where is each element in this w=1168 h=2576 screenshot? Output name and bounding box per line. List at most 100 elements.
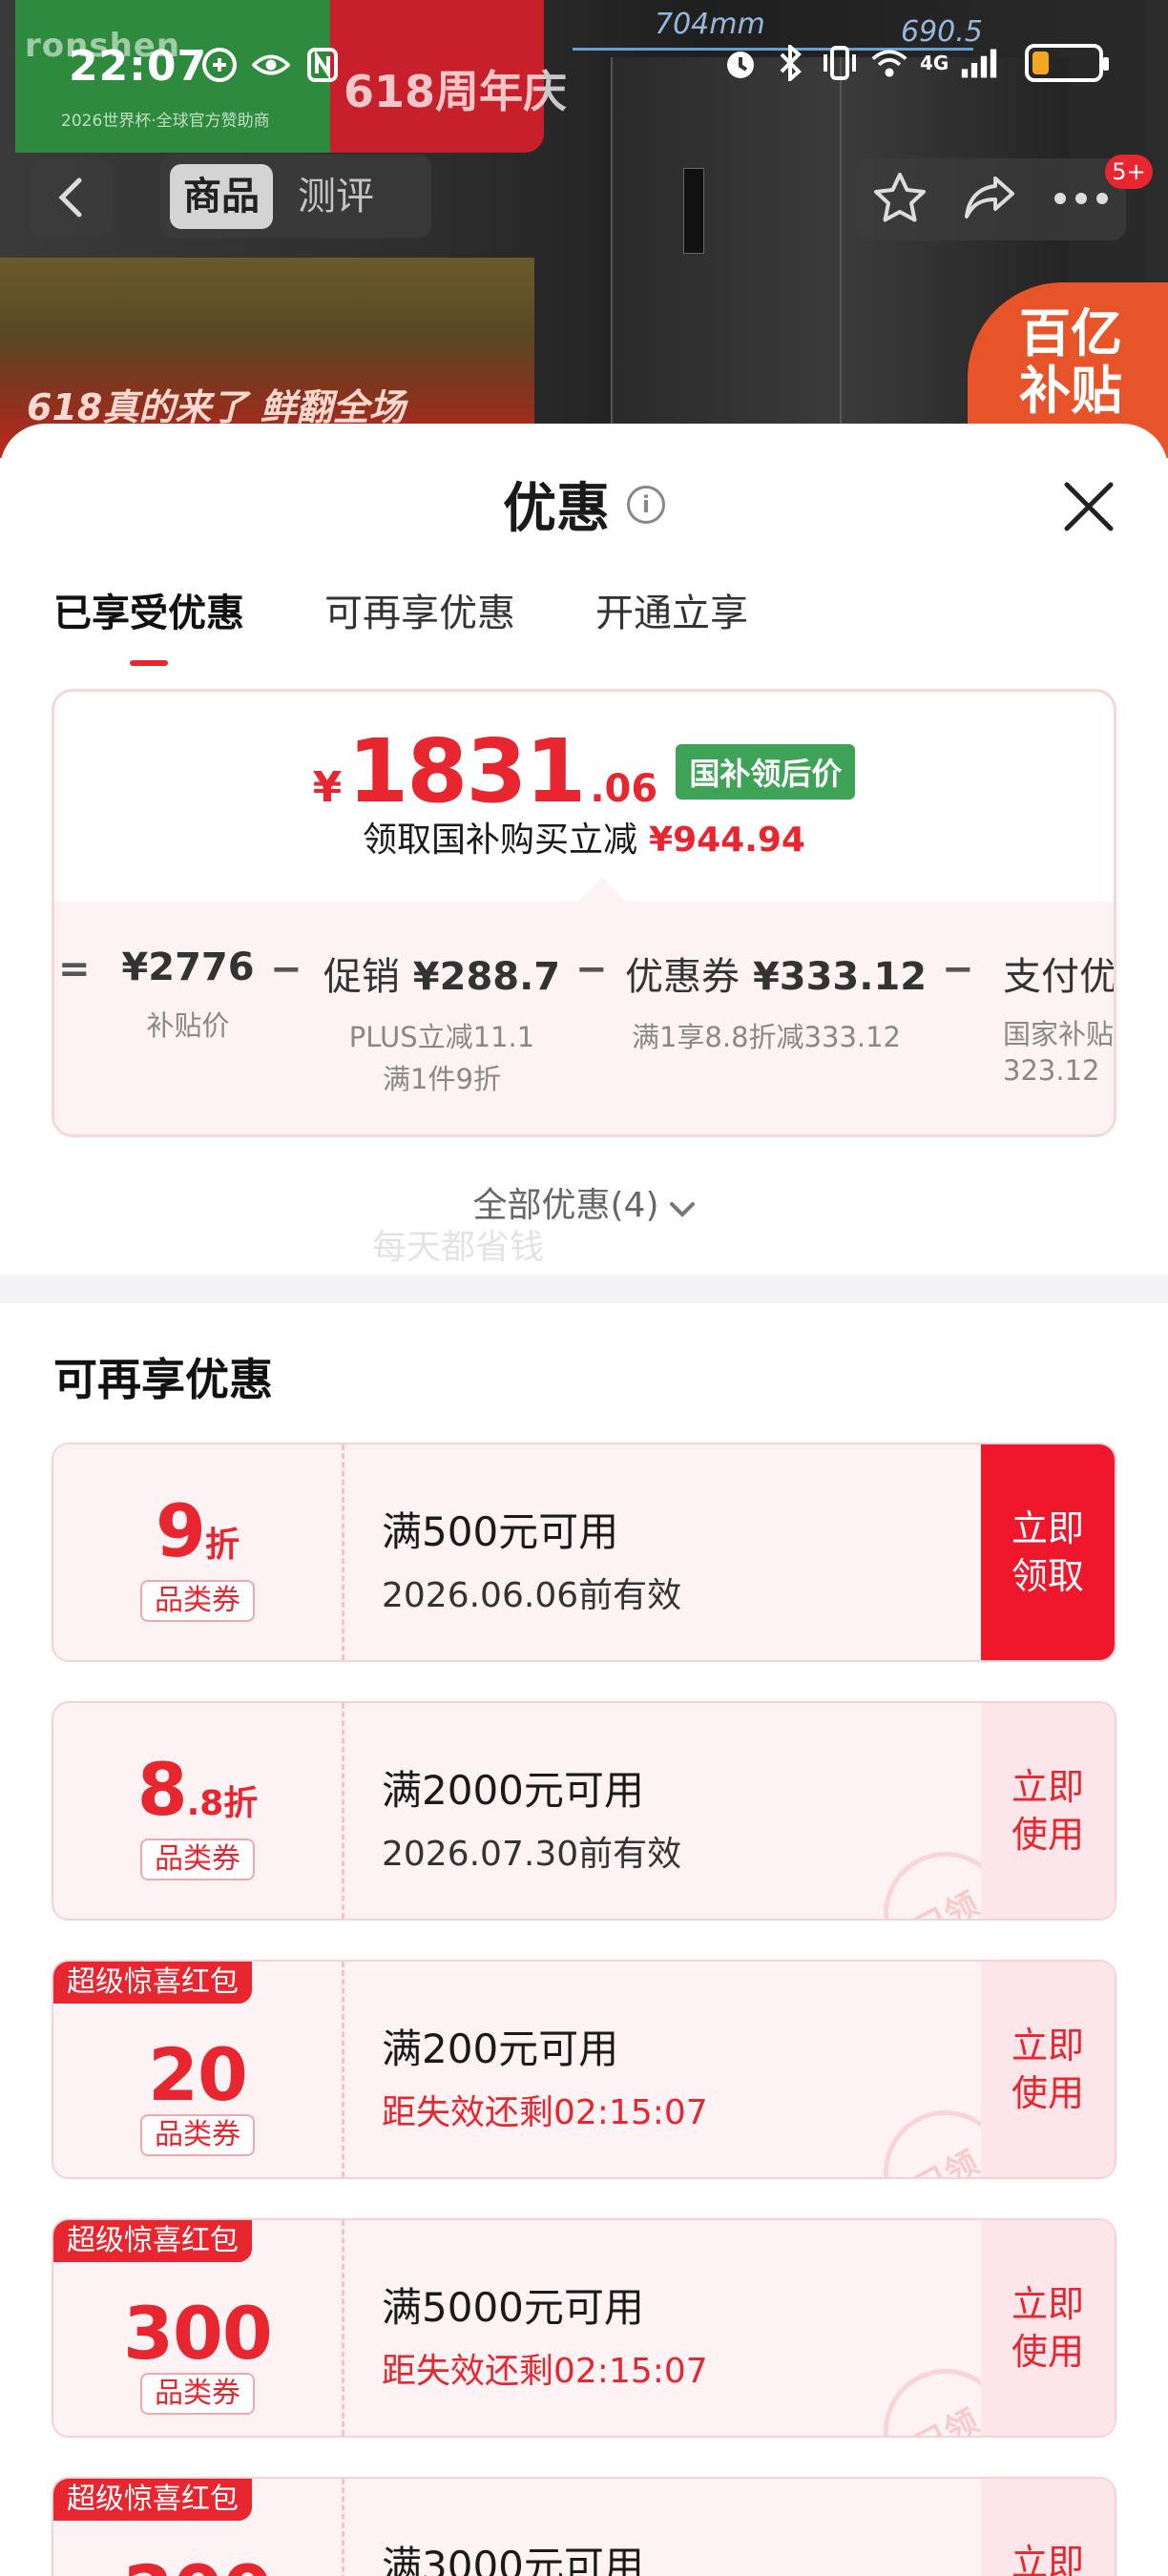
tab-enjoyed-discounts[interactable]: 已享受优惠 (53, 582, 244, 666)
coupon-value-small: 折 (204, 1526, 240, 1565)
coupon-validity: 2026.07.30前有效 (382, 1835, 682, 1874)
use-coupon-button[interactable]: 立即 使用 (981, 2220, 1115, 2436)
tab-more-discounts[interactable]: 可再享优惠 (324, 582, 515, 666)
coupon-details: 满3000元可用 (382, 2534, 644, 2576)
watermark-text: 每天都省钱 (371, 1228, 544, 1267)
sheet-title: 优惠 (503, 478, 610, 540)
price-breakdown: = ¥2776 补贴价 − 促销 ¥288.7 PLUS立减11.1 满1件9折… (54, 877, 1115, 1134)
more-dots-icon (1053, 192, 1108, 204)
section-divider (0, 1275, 1168, 1303)
back-button[interactable] (29, 158, 113, 237)
calc-label: 促销 (323, 955, 400, 999)
final-price-section: ¥ 1831 .06 国补领后价 领取国补购买立减 ¥944.94 (54, 692, 1114, 902)
price-summary-card: ¥ 1831 .06 国补领后价 领取国补购买立减 ¥944.94 = ¥2776… (52, 689, 1116, 1137)
tab-product[interactable]: 商品 (170, 164, 273, 229)
nfc-icon (303, 46, 342, 84)
saving-label: 领取国补购买立减 (363, 821, 638, 860)
coupon-perforation (342, 1962, 344, 2177)
coupon-perforation (342, 2220, 344, 2436)
coupon-value-section: 8.8折 品类券 (53, 1703, 342, 1919)
network-type: 4G (920, 52, 949, 74)
price-integer: 1831 (347, 720, 586, 822)
claim-coupon-button[interactable]: 立即 领取 (981, 1444, 1115, 1660)
coupon-value: 300 (53, 2291, 342, 2376)
coupon-card: 超级惊喜红包 20 品类券 满200元可用 距失效还剩02:15:07 已领 立… (52, 1960, 1116, 2179)
coupon-button-label: 立即 使用 (1011, 2283, 1084, 2373)
star-icon (874, 173, 927, 222)
coupon-value-big: 300 (123, 2291, 273, 2376)
coupon-type: 品类券 (140, 1839, 255, 1880)
coupon-details: 满5000元可用 距失效还剩02:15:07 (382, 2275, 708, 2393)
coupon-perforation (342, 2479, 344, 2576)
status-icons-left (200, 46, 342, 84)
coupon-condition: 满2000元可用 (382, 1767, 644, 1814)
tab-activate-discounts[interactable]: 开通立享 (595, 582, 748, 666)
coupon-details: 满500元可用 2026.06.06前有效 (382, 1500, 681, 1617)
sheet-header: 优惠 i (0, 466, 1168, 543)
use-coupon-button[interactable]: 立即 使用 (981, 1962, 1115, 2177)
coupon-ribbon: 超级惊喜红包 (53, 2479, 252, 2521)
calc-value: ¥333.12 (752, 955, 928, 999)
coupon-button-label: 立即 使用 (1011, 1766, 1084, 1856)
minus-sign: − (575, 947, 608, 991)
fridge-display-panel (683, 168, 704, 254)
calc-label: 优惠券 (625, 955, 740, 999)
coupon-card: 8.8折 品类券 满2000元可用 2026.07.30前有效 已领 立即 使用 (52, 1701, 1116, 1921)
coupon-button-label: 立即 领取 (1011, 1507, 1084, 1597)
final-price: ¥ 1831 .06 (313, 720, 658, 822)
coupon-value-big: 20 (148, 2032, 248, 2117)
price-tag-badge: 国补领后价 (676, 744, 856, 800)
calc-note: 国家补贴 (1003, 1018, 1115, 1050)
coupon-card: 9折 品类券 满500元可用 2026.06.06前有效 立即 领取 (52, 1443, 1116, 1662)
use-coupon-button[interactable]: 立即 使用 (981, 2479, 1115, 2576)
subsidy-badge-line2: 补贴 (1019, 361, 1122, 421)
use-coupon-button[interactable]: 立即 使用 (981, 1703, 1115, 1919)
currency-symbol: ¥ (312, 763, 343, 812)
coupon-value-section: 9折 品类券 (53, 1444, 342, 1660)
calc-item-payment: 支付优 国家补贴 323.12 (1003, 945, 1115, 1089)
close-icon (1064, 482, 1114, 531)
info-icon[interactable]: i (627, 485, 665, 524)
favorite-button[interactable] (872, 171, 928, 228)
status-icons-right: 4G (721, 44, 1110, 82)
equals-sign: = (58, 947, 91, 991)
message-badge: 5+ (1105, 155, 1153, 189)
saving-line: 领取国补购买立减 ¥944.94 (54, 812, 1114, 862)
hd-voice-icon (200, 46, 239, 84)
coupon-condition: 满200元可用 (382, 2025, 619, 2072)
tab-review[interactable]: 测评 (284, 164, 387, 229)
coupon-details: 满2000元可用 2026.07.30前有效 (382, 1758, 681, 1876)
calc-value: ¥288.7 (412, 955, 561, 999)
coupon-condition: 满500元可用 (382, 1508, 619, 1555)
calc-note: PLUS立减11.1 (348, 1021, 535, 1053)
calc-note: 323.12 (1003, 1054, 1100, 1087)
close-button[interactable] (1057, 475, 1120, 538)
coupon-card: 超级惊喜红包 200 品类券 满3000元可用 立即 使用 (52, 2477, 1116, 2576)
coupon-details: 满200元可用 距失效还剩02:15:07 (382, 2017, 708, 2134)
calc-notes: 国家补贴 323.12 (1003, 1016, 1115, 1089)
coupon-value: 20 (53, 2032, 342, 2117)
coupon-value-section: 超级惊喜红包 20 品类券 (53, 1962, 342, 2177)
coupon-type: 品类券 (140, 2373, 255, 2415)
calc-notes: PLUS立减11.1 满1件9折 (320, 1016, 564, 1100)
coupon-countdown: 距失效还剩02:15:07 (382, 2352, 708, 2391)
calc-note: 补贴价 (146, 1009, 230, 1042)
coupon-ribbon: 超级惊喜红包 (53, 2220, 252, 2262)
coupon-value-section: 超级惊喜红包 200 品类券 (53, 2479, 342, 2576)
calc-value-row: 支付优 (1003, 945, 1114, 1001)
share-icon (964, 177, 1014, 218)
subsidy-badge-line1: 百亿 (1019, 303, 1122, 364)
battery-icon (1025, 44, 1110, 82)
coupon-card: 超级惊喜红包 300 品类券 满5000元可用 距失效还剩02:15:07 已领… (52, 2218, 1116, 2438)
coupon-value-big: 8 (136, 1747, 188, 1832)
signal-icon (960, 44, 998, 82)
calc-value-row: 优惠券 ¥333.12 (625, 945, 927, 1001)
share-button[interactable] (963, 173, 1018, 226)
coupon-button-label: 立即 使用 (1011, 2025, 1084, 2114)
minus-sign: − (270, 947, 302, 991)
calc-item-coupon: 优惠券 ¥333.12 满1享8.8折减333.12 (625, 945, 927, 1058)
coupon-value-small: .8折 (186, 1784, 259, 1823)
coupon-value-big: 200 (123, 2549, 273, 2576)
more-button[interactable] (1053, 191, 1109, 209)
calc-note: 满1件9折 (383, 1063, 501, 1095)
